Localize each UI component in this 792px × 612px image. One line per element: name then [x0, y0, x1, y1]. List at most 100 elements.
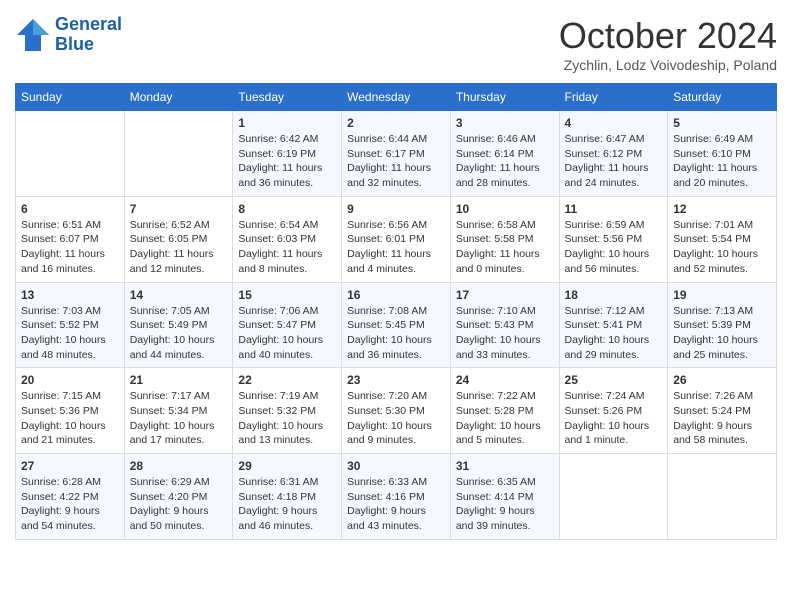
calendar-cell: 21 Sunrise: 7:17 AMSunset: 5:34 PMDayligh… — [124, 368, 233, 454]
calendar-week-row: 13Sunrise: 7:03 AMSunset: 5:52 PMDayligh… — [16, 282, 777, 368]
day-content: Sunrise: 7:26 AMSunset: 5:24 PMDaylight:… — [673, 389, 771, 448]
day-number: 16 — [347, 288, 445, 302]
day-content: Sunrise: 6:58 AMSunset: 5:58 PMDaylight:… — [456, 218, 554, 277]
calendar-cell: 10Sunrise: 6:58 AMSunset: 5:58 PMDayligh… — [450, 196, 559, 282]
month-title: October 2024 — [559, 15, 777, 57]
calendar-cell: 5 Sunrise: 6:49 AMSunset: 6:10 PMDaylight… — [668, 111, 777, 197]
calendar-cell — [559, 454, 668, 540]
day-number: 31 — [456, 459, 554, 473]
day-number: 23 — [347, 373, 445, 387]
day-content: Sunrise: 7:17 AMSunset: 5:34 PMDaylight:… — [130, 389, 228, 448]
day-number: 30 — [347, 459, 445, 473]
day-number: 19 — [673, 288, 771, 302]
day-content: Sunrise: 7:20 AMSunset: 5:30 PMDaylight:… — [347, 389, 445, 448]
day-header-wednesday: Wednesday — [342, 84, 451, 111]
day-content: Sunrise: 7:15 AMSunset: 5:36 PMDaylight:… — [21, 389, 119, 448]
logo-icon — [15, 17, 51, 53]
calendar-table: SundayMondayTuesdayWednesdayThursdayFrid… — [15, 83, 777, 540]
day-header-sunday: Sunday — [16, 84, 125, 111]
calendar-cell: 11 Sunrise: 6:59 AMSunset: 5:56 PMDayligh… — [559, 196, 668, 282]
day-number: 28 — [130, 459, 228, 473]
day-content: Sunrise: 6:56 AMSunset: 6:01 PMDaylight:… — [347, 218, 445, 277]
day-number: 4 — [565, 116, 663, 130]
calendar-cell: 8Sunrise: 6:54 AMSunset: 6:03 PMDaylight… — [233, 196, 342, 282]
calendar-week-row: 20 Sunrise: 7:15 AMSunset: 5:36 PMDayligh… — [16, 368, 777, 454]
day-content: Sunrise: 6:42 AMSunset: 6:19 PMDaylight:… — [238, 132, 336, 191]
day-number: 15 — [238, 288, 336, 302]
day-content: Sunrise: 6:31 AMSunset: 4:18 PMDaylight:… — [238, 475, 336, 534]
day-content: Sunrise: 7:13 AMSunset: 5:39 PMDaylight:… — [673, 304, 771, 363]
day-content: Sunrise: 6:59 AMSunset: 5:56 PMDaylight:… — [565, 218, 663, 277]
days-header-row: SundayMondayTuesdayWednesdayThursdayFrid… — [16, 84, 777, 111]
calendar-cell: 30 Sunrise: 6:33 AMSunset: 4:16 PMDayligh… — [342, 454, 451, 540]
calendar-cell: 13Sunrise: 7:03 AMSunset: 5:52 PMDayligh… — [16, 282, 125, 368]
day-content: Sunrise: 7:12 AMSunset: 5:41 PMDaylight:… — [565, 304, 663, 363]
title-section: October 2024 Zychlin, Lodz Voivodeship, … — [559, 15, 777, 73]
day-number: 8 — [238, 202, 336, 216]
day-header-saturday: Saturday — [668, 84, 777, 111]
calendar-cell: 4 Sunrise: 6:47 AMSunset: 6:12 PMDaylight… — [559, 111, 668, 197]
calendar-cell: 16Sunrise: 7:08 AMSunset: 5:45 PMDayligh… — [342, 282, 451, 368]
day-content: Sunrise: 7:05 AMSunset: 5:49 PMDaylight:… — [130, 304, 228, 363]
calendar-week-row: 6 Sunrise: 6:51 AMSunset: 6:07 PMDaylight… — [16, 196, 777, 282]
day-number: 29 — [238, 459, 336, 473]
calendar-week-row: 27Sunrise: 6:28 AMSunset: 4:22 PMDayligh… — [16, 454, 777, 540]
calendar-cell: 29 Sunrise: 6:31 AMSunset: 4:18 PMDayligh… — [233, 454, 342, 540]
day-content: Sunrise: 7:03 AMSunset: 5:52 PMDaylight:… — [21, 304, 119, 363]
day-number: 2 — [347, 116, 445, 130]
day-number: 12 — [673, 202, 771, 216]
calendar-cell — [16, 111, 125, 197]
day-number: 6 — [21, 202, 119, 216]
calendar-cell: 20 Sunrise: 7:15 AMSunset: 5:36 PMDayligh… — [16, 368, 125, 454]
page-header: General Blue October 2024 Zychlin, Lodz … — [15, 15, 777, 73]
calendar-cell: 1 Sunrise: 6:42 AMSunset: 6:19 PMDaylight… — [233, 111, 342, 197]
day-number: 26 — [673, 373, 771, 387]
day-number: 25 — [565, 373, 663, 387]
day-number: 18 — [565, 288, 663, 302]
day-number: 17 — [456, 288, 554, 302]
day-content: Sunrise: 6:51 AMSunset: 6:07 PMDaylight:… — [21, 218, 119, 277]
calendar-cell: 2Sunrise: 6:44 AMSunset: 6:17 PMDaylight… — [342, 111, 451, 197]
calendar-cell: 25 Sunrise: 7:24 AMSunset: 5:26 PMDayligh… — [559, 368, 668, 454]
day-number: 20 — [21, 373, 119, 387]
calendar-cell: 17Sunrise: 7:10 AMSunset: 5:43 PMDayligh… — [450, 282, 559, 368]
calendar-cell — [124, 111, 233, 197]
day-number: 3 — [456, 116, 554, 130]
day-content: Sunrise: 7:06 AMSunset: 5:47 PMDaylight:… — [238, 304, 336, 363]
day-content: Sunrise: 6:29 AMSunset: 4:20 PMDaylight:… — [130, 475, 228, 534]
day-number: 1 — [238, 116, 336, 130]
day-content: Sunrise: 6:47 AMSunset: 6:12 PMDaylight:… — [565, 132, 663, 191]
day-number: 7 — [130, 202, 228, 216]
day-content: Sunrise: 7:01 AMSunset: 5:54 PMDaylight:… — [673, 218, 771, 277]
day-number: 21 — [130, 373, 228, 387]
day-number: 14 — [130, 288, 228, 302]
day-content: Sunrise: 6:33 AMSunset: 4:16 PMDaylight:… — [347, 475, 445, 534]
day-number: 22 — [238, 373, 336, 387]
calendar-cell: 23 Sunrise: 7:20 AMSunset: 5:30 PMDayligh… — [342, 368, 451, 454]
day-number: 5 — [673, 116, 771, 130]
calendar-cell: 22 Sunrise: 7:19 AMSunset: 5:32 PMDayligh… — [233, 368, 342, 454]
calendar-cell: 12 Sunrise: 7:01 AMSunset: 5:54 PMDayligh… — [668, 196, 777, 282]
logo: General Blue — [15, 15, 122, 55]
calendar-cell: 26 Sunrise: 7:26 AMSunset: 5:24 PMDayligh… — [668, 368, 777, 454]
calendar-cell: 28 Sunrise: 6:29 AMSunset: 4:20 PMDayligh… — [124, 454, 233, 540]
day-content: Sunrise: 7:19 AMSunset: 5:32 PMDaylight:… — [238, 389, 336, 448]
calendar-cell: 27Sunrise: 6:28 AMSunset: 4:22 PMDayligh… — [16, 454, 125, 540]
day-header-monday: Monday — [124, 84, 233, 111]
calendar-cell: 24Sunrise: 7:22 AMSunset: 5:28 PMDayligh… — [450, 368, 559, 454]
day-header-friday: Friday — [559, 84, 668, 111]
day-number: 11 — [565, 202, 663, 216]
day-number: 27 — [21, 459, 119, 473]
calendar-cell: 6 Sunrise: 6:51 AMSunset: 6:07 PMDaylight… — [16, 196, 125, 282]
calendar-cell: 18 Sunrise: 7:12 AMSunset: 5:41 PMDayligh… — [559, 282, 668, 368]
calendar-cell: 9 Sunrise: 6:56 AMSunset: 6:01 PMDaylight… — [342, 196, 451, 282]
day-content: Sunrise: 7:22 AMSunset: 5:28 PMDaylight:… — [456, 389, 554, 448]
calendar-cell: 19 Sunrise: 7:13 AMSunset: 5:39 PMDayligh… — [668, 282, 777, 368]
logo-text: General Blue — [55, 15, 122, 55]
calendar-cell: 15 Sunrise: 7:06 AMSunset: 5:47 PMDayligh… — [233, 282, 342, 368]
day-header-tuesday: Tuesday — [233, 84, 342, 111]
day-content: Sunrise: 7:24 AMSunset: 5:26 PMDaylight:… — [565, 389, 663, 448]
day-content: Sunrise: 6:49 AMSunset: 6:10 PMDaylight:… — [673, 132, 771, 191]
calendar-cell: 14 Sunrise: 7:05 AMSunset: 5:49 PMDayligh… — [124, 282, 233, 368]
day-number: 9 — [347, 202, 445, 216]
